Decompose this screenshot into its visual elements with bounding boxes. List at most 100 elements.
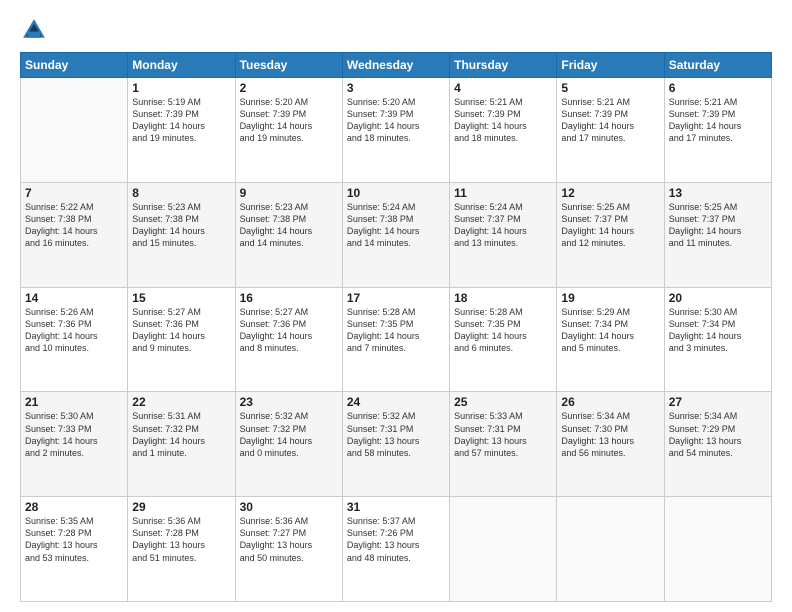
calendar-cell: 18Sunrise: 5:28 AM Sunset: 7:35 PM Dayli… bbox=[450, 287, 557, 392]
day-number: 31 bbox=[347, 500, 445, 514]
calendar-cell bbox=[21, 78, 128, 183]
day-header-monday: Monday bbox=[128, 53, 235, 78]
day-header-tuesday: Tuesday bbox=[235, 53, 342, 78]
logo-icon bbox=[20, 16, 48, 44]
day-header-saturday: Saturday bbox=[664, 53, 771, 78]
calendar-week-row: 14Sunrise: 5:26 AM Sunset: 7:36 PM Dayli… bbox=[21, 287, 772, 392]
day-number: 4 bbox=[454, 81, 552, 95]
day-number: 14 bbox=[25, 291, 123, 305]
calendar-cell: 20Sunrise: 5:30 AM Sunset: 7:34 PM Dayli… bbox=[664, 287, 771, 392]
day-info: Sunrise: 5:37 AM Sunset: 7:26 PM Dayligh… bbox=[347, 515, 445, 564]
day-number: 25 bbox=[454, 395, 552, 409]
day-info: Sunrise: 5:29 AM Sunset: 7:34 PM Dayligh… bbox=[561, 306, 659, 355]
day-info: Sunrise: 5:30 AM Sunset: 7:34 PM Dayligh… bbox=[669, 306, 767, 355]
day-number: 20 bbox=[669, 291, 767, 305]
calendar-week-row: 21Sunrise: 5:30 AM Sunset: 7:33 PM Dayli… bbox=[21, 392, 772, 497]
day-info: Sunrise: 5:32 AM Sunset: 7:31 PM Dayligh… bbox=[347, 410, 445, 459]
day-info: Sunrise: 5:36 AM Sunset: 7:27 PM Dayligh… bbox=[240, 515, 338, 564]
day-info: Sunrise: 5:20 AM Sunset: 7:39 PM Dayligh… bbox=[240, 96, 338, 145]
day-info: Sunrise: 5:31 AM Sunset: 7:32 PM Dayligh… bbox=[132, 410, 230, 459]
day-info: Sunrise: 5:19 AM Sunset: 7:39 PM Dayligh… bbox=[132, 96, 230, 145]
calendar-cell: 30Sunrise: 5:36 AM Sunset: 7:27 PM Dayli… bbox=[235, 497, 342, 602]
day-info: Sunrise: 5:36 AM Sunset: 7:28 PM Dayligh… bbox=[132, 515, 230, 564]
calendar-cell: 21Sunrise: 5:30 AM Sunset: 7:33 PM Dayli… bbox=[21, 392, 128, 497]
day-info: Sunrise: 5:28 AM Sunset: 7:35 PM Dayligh… bbox=[454, 306, 552, 355]
day-info: Sunrise: 5:27 AM Sunset: 7:36 PM Dayligh… bbox=[132, 306, 230, 355]
day-number: 11 bbox=[454, 186, 552, 200]
day-info: Sunrise: 5:24 AM Sunset: 7:37 PM Dayligh… bbox=[454, 201, 552, 250]
calendar-cell: 5Sunrise: 5:21 AM Sunset: 7:39 PM Daylig… bbox=[557, 78, 664, 183]
calendar-cell: 27Sunrise: 5:34 AM Sunset: 7:29 PM Dayli… bbox=[664, 392, 771, 497]
calendar-week-row: 7Sunrise: 5:22 AM Sunset: 7:38 PM Daylig… bbox=[21, 182, 772, 287]
calendar-cell: 11Sunrise: 5:24 AM Sunset: 7:37 PM Dayli… bbox=[450, 182, 557, 287]
calendar-cell: 1Sunrise: 5:19 AM Sunset: 7:39 PM Daylig… bbox=[128, 78, 235, 183]
day-number: 29 bbox=[132, 500, 230, 514]
day-info: Sunrise: 5:20 AM Sunset: 7:39 PM Dayligh… bbox=[347, 96, 445, 145]
calendar-cell: 17Sunrise: 5:28 AM Sunset: 7:35 PM Dayli… bbox=[342, 287, 449, 392]
day-header-thursday: Thursday bbox=[450, 53, 557, 78]
day-number: 3 bbox=[347, 81, 445, 95]
day-number: 18 bbox=[454, 291, 552, 305]
day-info: Sunrise: 5:26 AM Sunset: 7:36 PM Dayligh… bbox=[25, 306, 123, 355]
day-number: 27 bbox=[669, 395, 767, 409]
calendar-cell: 25Sunrise: 5:33 AM Sunset: 7:31 PM Dayli… bbox=[450, 392, 557, 497]
day-number: 17 bbox=[347, 291, 445, 305]
logo bbox=[20, 16, 52, 44]
day-number: 30 bbox=[240, 500, 338, 514]
day-number: 1 bbox=[132, 81, 230, 95]
day-info: Sunrise: 5:21 AM Sunset: 7:39 PM Dayligh… bbox=[669, 96, 767, 145]
calendar-week-row: 1Sunrise: 5:19 AM Sunset: 7:39 PM Daylig… bbox=[21, 78, 772, 183]
day-info: Sunrise: 5:23 AM Sunset: 7:38 PM Dayligh… bbox=[240, 201, 338, 250]
calendar-cell: 26Sunrise: 5:34 AM Sunset: 7:30 PM Dayli… bbox=[557, 392, 664, 497]
calendar-cell: 10Sunrise: 5:24 AM Sunset: 7:38 PM Dayli… bbox=[342, 182, 449, 287]
day-number: 21 bbox=[25, 395, 123, 409]
day-number: 28 bbox=[25, 500, 123, 514]
day-info: Sunrise: 5:24 AM Sunset: 7:38 PM Dayligh… bbox=[347, 201, 445, 250]
calendar-cell: 13Sunrise: 5:25 AM Sunset: 7:37 PM Dayli… bbox=[664, 182, 771, 287]
calendar-cell: 19Sunrise: 5:29 AM Sunset: 7:34 PM Dayli… bbox=[557, 287, 664, 392]
day-header-wednesday: Wednesday bbox=[342, 53, 449, 78]
day-info: Sunrise: 5:30 AM Sunset: 7:33 PM Dayligh… bbox=[25, 410, 123, 459]
day-info: Sunrise: 5:21 AM Sunset: 7:39 PM Dayligh… bbox=[561, 96, 659, 145]
day-info: Sunrise: 5:25 AM Sunset: 7:37 PM Dayligh… bbox=[561, 201, 659, 250]
calendar-cell: 15Sunrise: 5:27 AM Sunset: 7:36 PM Dayli… bbox=[128, 287, 235, 392]
calendar-cell: 31Sunrise: 5:37 AM Sunset: 7:26 PM Dayli… bbox=[342, 497, 449, 602]
day-number: 10 bbox=[347, 186, 445, 200]
header bbox=[20, 16, 772, 44]
day-number: 8 bbox=[132, 186, 230, 200]
calendar-cell bbox=[450, 497, 557, 602]
calendar-table: SundayMondayTuesdayWednesdayThursdayFrid… bbox=[20, 52, 772, 602]
day-info: Sunrise: 5:22 AM Sunset: 7:38 PM Dayligh… bbox=[25, 201, 123, 250]
calendar-cell: 24Sunrise: 5:32 AM Sunset: 7:31 PM Dayli… bbox=[342, 392, 449, 497]
calendar-cell: 3Sunrise: 5:20 AM Sunset: 7:39 PM Daylig… bbox=[342, 78, 449, 183]
calendar-cell: 2Sunrise: 5:20 AM Sunset: 7:39 PM Daylig… bbox=[235, 78, 342, 183]
day-number: 16 bbox=[240, 291, 338, 305]
calendar-week-row: 28Sunrise: 5:35 AM Sunset: 7:28 PM Dayli… bbox=[21, 497, 772, 602]
day-number: 2 bbox=[240, 81, 338, 95]
day-header-sunday: Sunday bbox=[21, 53, 128, 78]
day-number: 23 bbox=[240, 395, 338, 409]
day-number: 13 bbox=[669, 186, 767, 200]
day-info: Sunrise: 5:34 AM Sunset: 7:30 PM Dayligh… bbox=[561, 410, 659, 459]
calendar-cell: 6Sunrise: 5:21 AM Sunset: 7:39 PM Daylig… bbox=[664, 78, 771, 183]
day-info: Sunrise: 5:32 AM Sunset: 7:32 PM Dayligh… bbox=[240, 410, 338, 459]
day-info: Sunrise: 5:28 AM Sunset: 7:35 PM Dayligh… bbox=[347, 306, 445, 355]
day-number: 19 bbox=[561, 291, 659, 305]
day-info: Sunrise: 5:27 AM Sunset: 7:36 PM Dayligh… bbox=[240, 306, 338, 355]
calendar-cell bbox=[664, 497, 771, 602]
day-info: Sunrise: 5:23 AM Sunset: 7:38 PM Dayligh… bbox=[132, 201, 230, 250]
day-number: 26 bbox=[561, 395, 659, 409]
calendar-cell: 9Sunrise: 5:23 AM Sunset: 7:38 PM Daylig… bbox=[235, 182, 342, 287]
day-number: 7 bbox=[25, 186, 123, 200]
day-number: 12 bbox=[561, 186, 659, 200]
calendar-header-row: SundayMondayTuesdayWednesdayThursdayFrid… bbox=[21, 53, 772, 78]
day-info: Sunrise: 5:25 AM Sunset: 7:37 PM Dayligh… bbox=[669, 201, 767, 250]
calendar-cell: 16Sunrise: 5:27 AM Sunset: 7:36 PM Dayli… bbox=[235, 287, 342, 392]
calendar-cell: 4Sunrise: 5:21 AM Sunset: 7:39 PM Daylig… bbox=[450, 78, 557, 183]
calendar-cell bbox=[557, 497, 664, 602]
day-info: Sunrise: 5:33 AM Sunset: 7:31 PM Dayligh… bbox=[454, 410, 552, 459]
day-number: 9 bbox=[240, 186, 338, 200]
day-info: Sunrise: 5:35 AM Sunset: 7:28 PM Dayligh… bbox=[25, 515, 123, 564]
calendar-cell: 29Sunrise: 5:36 AM Sunset: 7:28 PM Dayli… bbox=[128, 497, 235, 602]
page: SundayMondayTuesdayWednesdayThursdayFrid… bbox=[0, 0, 792, 612]
